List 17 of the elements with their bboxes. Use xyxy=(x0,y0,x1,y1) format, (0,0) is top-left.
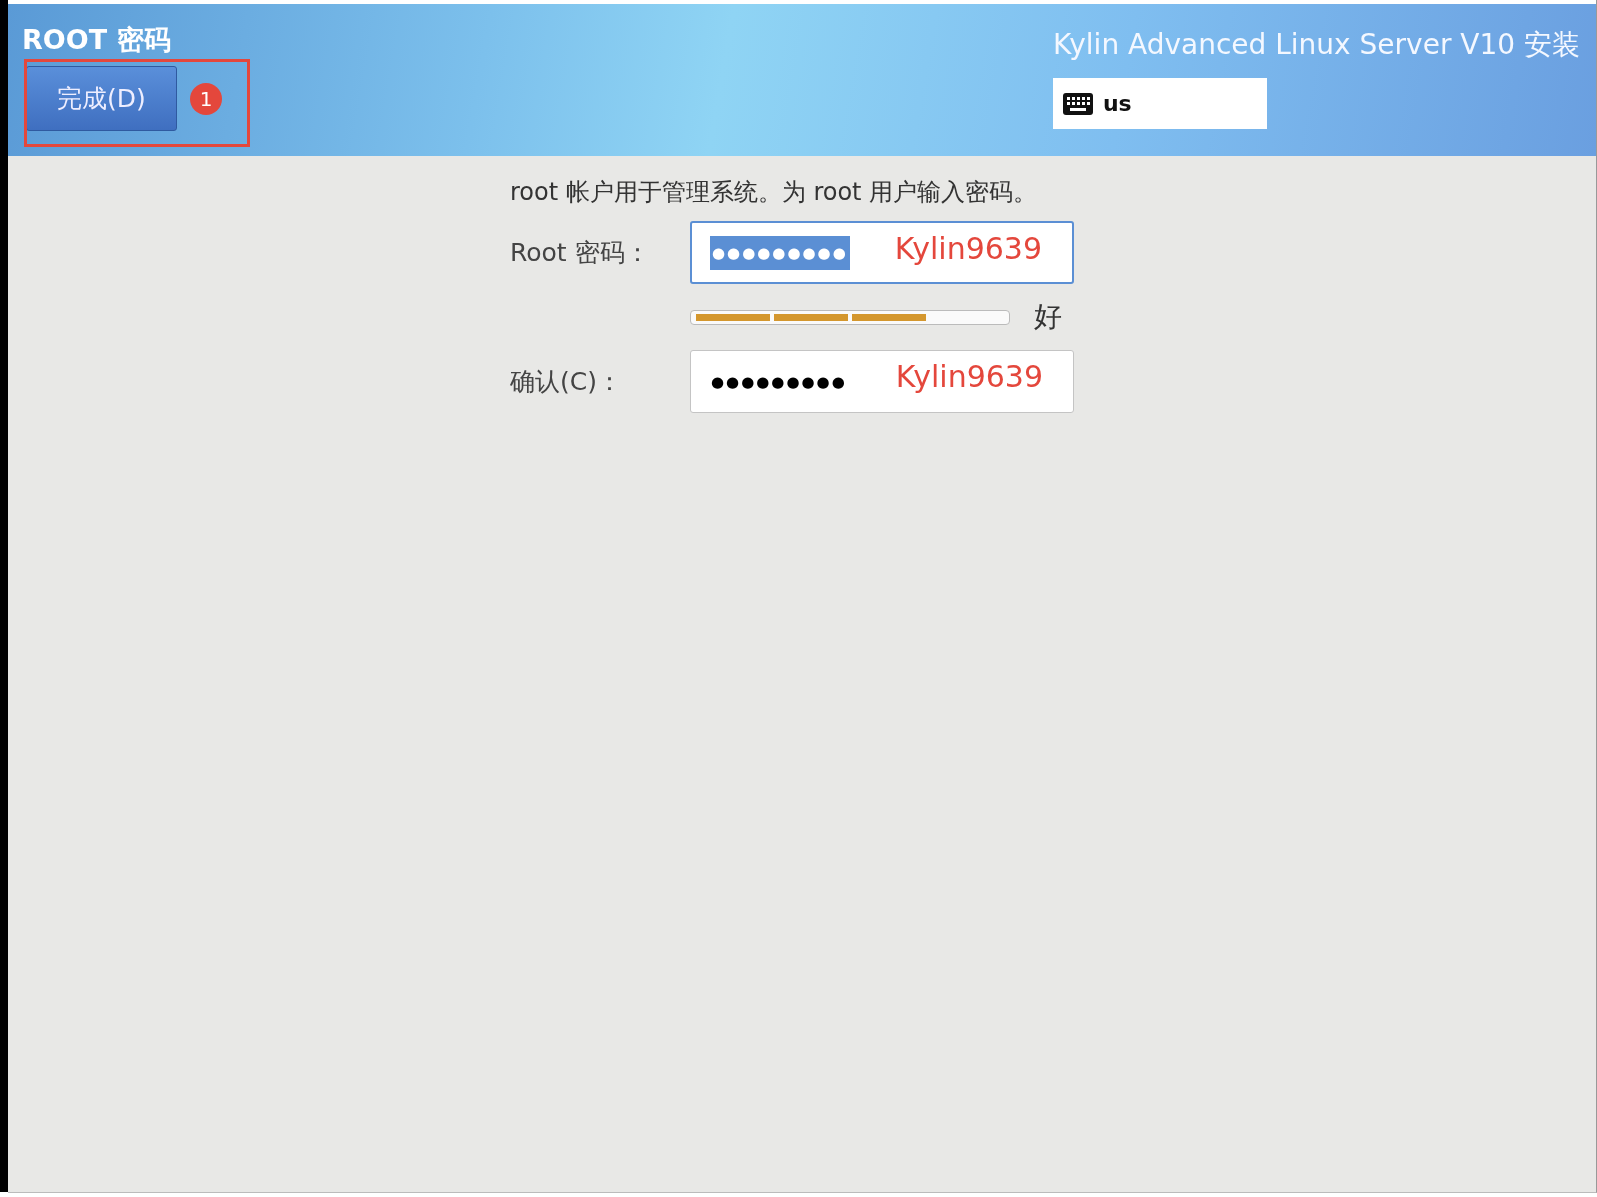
keyboard-layout-label: us xyxy=(1102,91,1132,116)
done-button[interactable]: 完成(D) xyxy=(26,66,177,131)
product-title: Kylin Advanced Linux Server V10 安装 xyxy=(1052,27,1580,63)
masked-password: ●●●●●●●●● xyxy=(710,371,848,393)
password-field[interactable]: ●●●●●●●●● Kylin9639 xyxy=(690,221,1074,284)
strength-label: 好 xyxy=(1034,299,1062,335)
annotation-text: Kylin9639 xyxy=(894,231,1042,266)
annotation-text: Kylin9639 xyxy=(895,359,1043,394)
password-field[interactable]: ●●●●●●●●● Kylin9639 xyxy=(690,350,1074,413)
keyboard-icon xyxy=(1062,92,1093,115)
keyboard-layout-indicator[interactable]: us xyxy=(1052,78,1267,129)
field-label: 确认(C)： xyxy=(510,366,623,398)
masked-password: ●●●●●●●●● xyxy=(710,235,850,270)
field-label: Root 密码： xyxy=(510,237,651,269)
page-title: ROOT 密码 xyxy=(22,23,172,57)
description-text: root 帐户用于管理系统。为 root 用户输入密码。 xyxy=(510,177,1039,208)
step-badge: 1 xyxy=(190,82,222,115)
